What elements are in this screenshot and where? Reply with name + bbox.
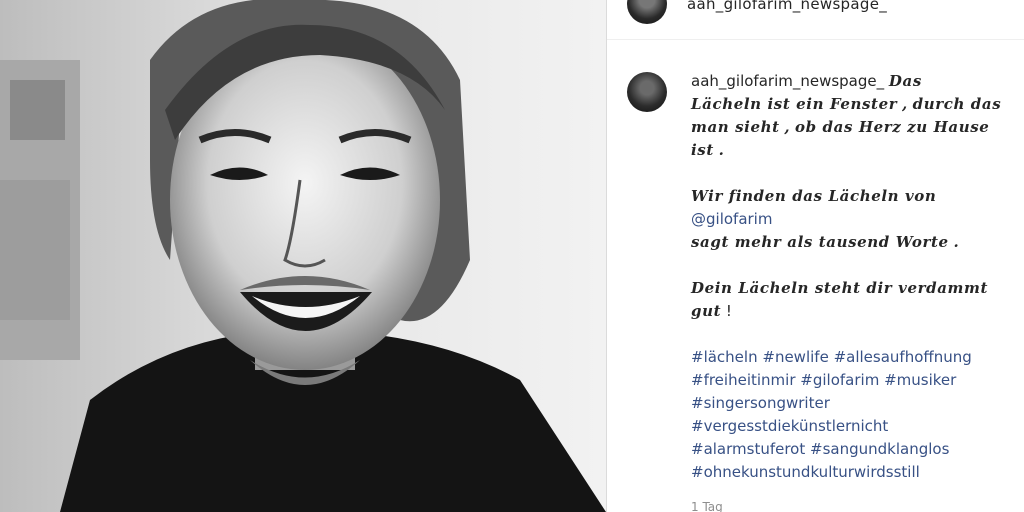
caption-text: , [902, 95, 908, 113]
hashtag-block: #lächeln #newlife #allesaufhoffnung #fre… [691, 346, 1011, 484]
post-header: aah_gilofarim_newspage_ [627, 0, 887, 24]
hashtag-link[interactable]: #lächeln [691, 348, 758, 366]
header-username[interactable]: aah_gilofarim_newspage_ [687, 0, 887, 13]
caption-text: man sieht [691, 118, 780, 136]
caption-text: Dein Lächeln steht dir verdammt [691, 279, 988, 297]
hashtag-link[interactable]: #allesaufhoffnung [834, 348, 972, 366]
caption-paragraph-1: aah_gilofarim_newspage_ Das Lächeln ist … [691, 70, 1011, 162]
hashtag-link[interactable]: #sangundklanglos [810, 440, 949, 458]
caption-text: Lächeln ist ein Fenster [691, 95, 898, 113]
hashtag-link[interactable]: #vergesstdiekünstlernicht [691, 417, 888, 435]
caption-text: ist [691, 141, 714, 159]
caption-text: . [718, 141, 725, 159]
caption-text: Das [888, 72, 922, 90]
caption-comment: aah_gilofarim_newspage_ Das Lächeln ist … [627, 70, 1012, 484]
caption-text: . [953, 233, 960, 251]
hashtag-link[interactable]: #ohnekunstundkulturwirdsstill [691, 463, 920, 481]
portrait-image [0, 0, 606, 512]
post-timestamp[interactable]: 1 Tag [691, 500, 723, 512]
hashtag-line: #ohnekunstundkulturwirdsstill [691, 461, 1011, 484]
caption-text: ! [725, 302, 732, 320]
caption-avatar[interactable] [627, 72, 667, 112]
caption-text: Wir finden das Lächeln von [691, 187, 937, 205]
hashtag-line: #freiheitinmir #gilofarim #musiker [691, 369, 1011, 392]
avatar[interactable] [627, 0, 667, 24]
caption-body: aah_gilofarim_newspage_ Das Lächeln ist … [691, 70, 1011, 484]
caption-text: , [784, 118, 791, 136]
caption-text: gut [691, 302, 722, 320]
hashtag-link[interactable]: #alarmstuferot [691, 440, 805, 458]
hashtag-link[interactable]: #singersongwriter [691, 394, 830, 412]
header-separator [607, 39, 1024, 40]
caption-text: sagt mehr als tausend Worte [691, 233, 949, 251]
hashtag-line: #singersongwriter [691, 392, 1011, 415]
mention-link[interactable]: @gilofarim [691, 210, 772, 228]
hashtag-link[interactable]: #newlife [762, 348, 828, 366]
hashtag-line: #lächeln #newlife #allesaufhoffnung [691, 346, 1011, 369]
hashtag-link[interactable]: #musiker [884, 371, 956, 389]
caption-text: durch das [912, 95, 1002, 113]
caption-paragraph-2: Wir finden das Lächeln von @gilofarim sa… [691, 185, 1011, 254]
caption-username[interactable]: aah_gilofarim_newspage_ [691, 72, 884, 90]
hashtag-link[interactable]: #freiheitinmir [691, 371, 796, 389]
caption-text: ob das Herz zu Hause [795, 118, 990, 136]
post-details-panel: aah_gilofarim_newspage_ aah_gilofarim_ne… [607, 0, 1024, 512]
hashtag-line: #alarmstuferot #sangundklanglos [691, 438, 1011, 461]
hashtag-link[interactable]: #gilofarim [800, 371, 879, 389]
caption-paragraph-3: Dein Lächeln steht dir verdammt gut ! [691, 277, 1011, 323]
post-photo[interactable] [0, 0, 606, 512]
hashtag-line: #vergesstdiekünstlernicht [691, 415, 1011, 438]
